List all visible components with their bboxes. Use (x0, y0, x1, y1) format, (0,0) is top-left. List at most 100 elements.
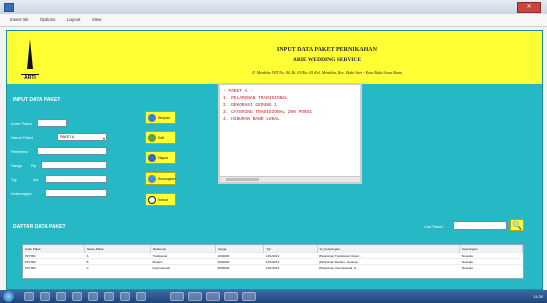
horizontal-scrollbar[interactable] (220, 176, 360, 182)
field-label: Referensi (11, 149, 29, 154)
field-label: Tgl (11, 177, 17, 182)
search-label: Cari Paket (424, 224, 443, 229)
table-cell: C (84, 264, 151, 270)
delete-button[interactable]: Hapus (145, 151, 176, 164)
taskbar-app-icon[interactable] (88, 292, 98, 301)
chevron-down-icon: ▾ (102, 136, 105, 141)
column-header[interactable]: Referensi (150, 245, 217, 253)
select-value: PAKET A (60, 135, 75, 139)
keterangan-input[interactable] (45, 189, 107, 197)
delete-button-label: Hapus (158, 156, 169, 160)
start-button[interactable] (3, 291, 14, 302)
table-cell: Internasional (150, 264, 216, 270)
menu-item[interactable]: Options (40, 17, 56, 22)
textarea-line: - PAKET A - (223, 89, 253, 94)
exit-button[interactable]: Keluar (145, 193, 176, 206)
table-cell: [Pelaminan Internasional, G... (317, 264, 460, 270)
textarea-line: 2. DEKORASI GEDUNG 1 (223, 103, 278, 108)
harga-input[interactable] (41, 161, 107, 169)
table-cell: Tersedia (459, 264, 523, 270)
table-header-row: Kode Paket Nama Paket Referensi Harga Tg… (23, 245, 524, 253)
table-row[interactable]: PKT003 C Internasional 5000000 1/01/2013… (23, 264, 523, 270)
close-icon[interactable]: ✕ (517, 2, 541, 13)
search-icon: 🔍 (512, 221, 522, 230)
column-header[interactable]: Harga (215, 245, 265, 253)
kode-paket-input[interactable] (37, 119, 67, 127)
logo-text: ARTI (21, 74, 39, 81)
taskbar-app-icon[interactable] (188, 292, 202, 301)
search-button[interactable]: 🔍 (510, 219, 524, 231)
column-header[interactable]: Kode Paket (23, 245, 85, 253)
textarea-line: 3. CATERING TRADISIONAL 200 PORSI (223, 110, 313, 115)
field-label: Kode Paket (11, 121, 32, 126)
reset-button-label: Kosongkan (158, 177, 176, 181)
table-section-title: DAFTAR DATA PAKET (13, 224, 66, 230)
taskbar-app-icon[interactable] (24, 292, 34, 301)
search-input[interactable] (453, 221, 507, 230)
scrollbar-thumb[interactable] (226, 178, 259, 181)
header-title: INPUT DATA PAKET PERNIKAHAN (277, 47, 377, 53)
exit-button-label: Keluar (158, 198, 169, 202)
taskbar-app-icon[interactable] (72, 292, 82, 301)
package-table: Kode Paket Nama Paket Referensi Harga Tg… (22, 244, 524, 279)
taskbar-app-icon[interactable] (40, 292, 50, 301)
header-banner: ARTI INPUT DATA PAKET PERNIKAHAN ARIE WE… (7, 31, 542, 84)
taskbar-app-icon[interactable] (206, 292, 220, 301)
taskbar-app-icon[interactable] (104, 292, 114, 301)
field-harga: Harga Rp (11, 161, 131, 170)
reset-button[interactable]: Kosongkan (145, 172, 176, 185)
taskbar-app-icon[interactable] (170, 292, 184, 301)
form-client-area: ARTI INPUT DATA PAKET PERNIKAHAN ARIE WE… (6, 30, 543, 290)
field-label: Keterangan (11, 191, 32, 196)
logo: ARTI (21, 37, 39, 81)
reset-icon (148, 175, 156, 183)
delete-icon (148, 154, 156, 162)
nama-paket-select[interactable]: PAKET A ▾ (57, 133, 107, 141)
taskbar-app-icon[interactable] (136, 292, 146, 301)
package-detail-textarea[interactable]: - PAKET A - 1. PELAMINAN TRADISIONAL 2. … (218, 83, 362, 184)
field-label: Harga (11, 163, 22, 168)
column-header[interactable]: Tgl (263, 245, 318, 253)
save-button[interactable]: Simpan (145, 111, 176, 124)
edit-button-label: Edit (158, 136, 165, 140)
table-cell: PKT003 (23, 264, 85, 270)
taskbar-app-icon[interactable] (242, 292, 256, 301)
header-subtitle: ARIE WEDDING SERVICE (292, 57, 362, 63)
taskbar-app-icon[interactable] (120, 292, 130, 301)
menu-item[interactable]: View (92, 17, 102, 22)
column-header[interactable]: Keterangan (459, 245, 524, 253)
tower-icon (27, 39, 33, 69)
edit-button[interactable]: Edit (145, 131, 176, 144)
textarea-line: 1. PELAMINAN TRADISIONAL (223, 96, 288, 101)
system-clock: 11:30 (533, 294, 543, 299)
tgl-suffix: s/d (33, 177, 39, 182)
taskbar: 11:30 (0, 290, 547, 303)
save-icon (148, 114, 156, 122)
menu-item[interactable]: Layout (67, 17, 81, 22)
field-keterangan: Keterangan (11, 189, 131, 198)
save-button-label: Simpan (158, 116, 170, 120)
referensi-input[interactable] (37, 147, 107, 155)
exit-icon (148, 196, 156, 204)
column-header[interactable]: Nama Paket (84, 245, 152, 253)
field-nama-paket: Nama Paket PAKET A ▾ (11, 133, 131, 142)
textarea-line: 4. HIBURAN BAND LOKAL (223, 117, 280, 122)
column-header[interactable]: Isi_Keterangan (317, 245, 460, 253)
harga-suffix: Rp (31, 163, 37, 168)
menu-bar: Insert Ink Options Layout View (0, 14, 547, 27)
field-kode-paket: Kode Paket (11, 119, 131, 128)
window-titlebar: ✕ (0, 0, 547, 15)
table-cell: 5000000 (215, 264, 264, 270)
menu-item[interactable]: Insert Ink (10, 17, 29, 22)
field-tgl: Tgl s/d (11, 175, 131, 184)
input-section-title: INPUT DATA PAKET (13, 97, 61, 103)
taskbar-app-icon[interactable] (56, 292, 66, 301)
table-cell: 1/01/2013 (263, 264, 318, 270)
field-referensi: Referensi (11, 147, 131, 156)
header-address: Jl. Merdeka VIII No. 44, Rt. 03/Rw. 05 K… (251, 70, 403, 75)
tgl-input[interactable] (45, 175, 107, 183)
edit-icon (148, 134, 156, 142)
field-label: Nama Paket (11, 135, 34, 140)
app-icon (4, 3, 14, 12)
taskbar-app-icon[interactable] (224, 292, 238, 301)
